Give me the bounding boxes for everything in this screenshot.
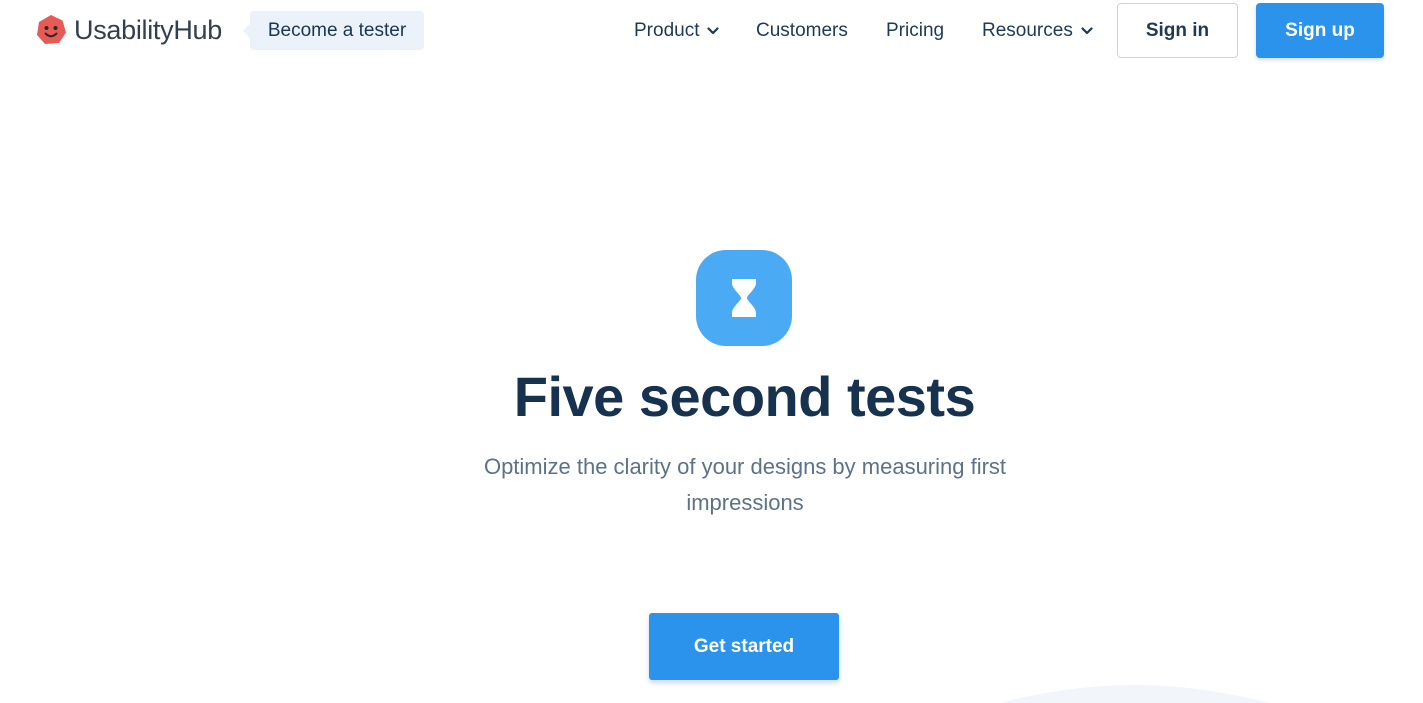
- nav-product-label: Product: [634, 20, 700, 41]
- nav-product[interactable]: Product: [634, 18, 720, 44]
- get-started-button[interactable]: Get started: [649, 613, 839, 680]
- page-title: Five second tests: [513, 365, 976, 428]
- nav-pricing[interactable]: Pricing: [886, 18, 944, 44]
- nav-resources[interactable]: Resources: [982, 18, 1093, 44]
- brand-name: UsabilityHub: [74, 15, 222, 45]
- hero-subtitle: Optimize the clarity of your designs by …: [483, 454, 1007, 515]
- hourglass-icon: [732, 279, 756, 317]
- nav-resources-label: Resources: [982, 20, 1073, 41]
- chevron-down-icon: [707, 27, 720, 35]
- page: UsabilityHub Become a tester Product Cus…: [0, 0, 1423, 703]
- nav-customers[interactable]: Customers: [756, 18, 848, 44]
- smiling-heptagon-logo-icon: [37, 15, 66, 44]
- hero-icon-tile: [696, 250, 792, 346]
- brand-logo[interactable]: UsabilityHub: [35, 14, 222, 46]
- sign-in-button[interactable]: Sign in: [1117, 3, 1238, 58]
- become-tester-link[interactable]: Become a tester: [243, 11, 424, 50]
- top-navigation: UsabilityHub Become a tester Product Cus…: [0, 0, 1423, 62]
- nav-customers-label: Customers: [756, 20, 848, 41]
- sign-up-button[interactable]: Sign up: [1256, 3, 1384, 58]
- nav-pricing-label: Pricing: [886, 20, 945, 41]
- chevron-down-icon: [1081, 27, 1093, 35]
- decorative-curve: [1000, 685, 1270, 703]
